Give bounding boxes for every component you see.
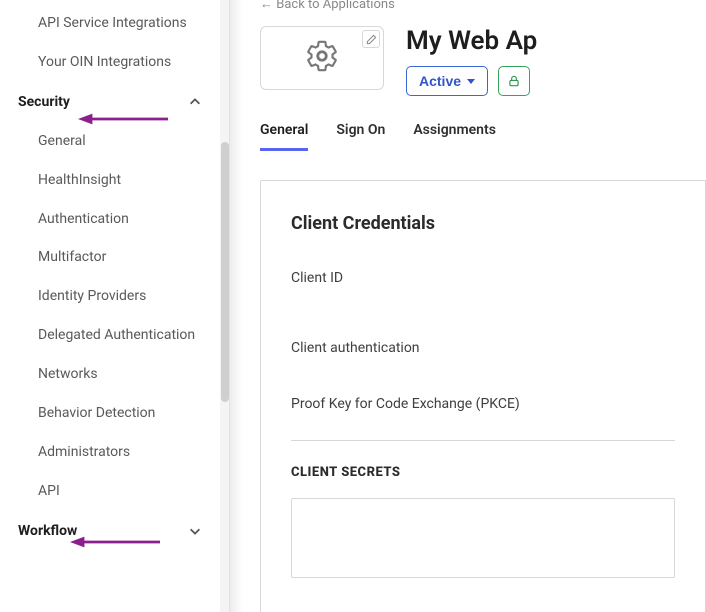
app-header: My Web Ap Active bbox=[260, 26, 706, 96]
gear-icon bbox=[305, 39, 339, 77]
tab-assignments[interactable]: Assignments bbox=[413, 122, 496, 151]
sidebar-item-behavior-detection[interactable]: Behavior Detection bbox=[0, 394, 230, 433]
view-logs-button[interactable] bbox=[498, 66, 530, 96]
lock-icon bbox=[507, 74, 521, 88]
sidebar-section-workflow[interactable]: Workflow bbox=[0, 511, 230, 551]
client-id-label: Client ID bbox=[291, 270, 675, 286]
chevron-up-icon bbox=[188, 95, 202, 109]
sidebar-section-security[interactable]: Security bbox=[0, 82, 230, 122]
active-status-dropdown[interactable]: Active bbox=[406, 66, 488, 96]
caret-down-icon bbox=[467, 79, 475, 84]
sidebar-item-general[interactable]: General bbox=[0, 122, 230, 161]
sidebar-section-label: Workflow bbox=[18, 523, 77, 539]
sidebar-item-api-service-integrations[interactable]: API Service Integrations bbox=[0, 4, 230, 43]
sidebar-item-healthinsight[interactable]: HealthInsight bbox=[0, 161, 230, 200]
section-divider bbox=[291, 440, 675, 441]
sidebar-item-delegated-auth[interactable]: Delegated Authentication bbox=[0, 316, 230, 355]
client-auth-label: Client authentication bbox=[291, 340, 675, 356]
tabs: General Sign On Assignments bbox=[260, 122, 706, 152]
sidebar-item-your-oin-integrations[interactable]: Your OIN Integrations bbox=[0, 43, 230, 82]
tab-sign-on[interactable]: Sign On bbox=[336, 122, 385, 151]
sidebar-item-multifactor[interactable]: Multifactor bbox=[0, 238, 230, 277]
pkce-label: Proof Key for Code Exchange (PKCE) bbox=[291, 396, 675, 412]
sidebar: API Service Integrations Your OIN Integr… bbox=[0, 0, 230, 612]
client-secrets-heading: CLIENT SECRETS bbox=[291, 465, 675, 480]
pencil-icon[interactable] bbox=[362, 30, 380, 48]
app-logo-box bbox=[260, 26, 384, 90]
chevron-down-icon bbox=[188, 524, 202, 538]
sidebar-item-api[interactable]: API bbox=[0, 472, 230, 511]
sidebar-item-administrators[interactable]: Administrators bbox=[0, 433, 230, 472]
page-title: My Web Ap bbox=[406, 26, 537, 56]
sidebar-item-networks[interactable]: Networks bbox=[0, 355, 230, 394]
section-title: Client Credentials bbox=[291, 213, 675, 234]
main-content: ← Back to Applications My Web Ap Activ bbox=[230, 0, 706, 612]
client-credentials-card: Client Credentials Client ID Client auth… bbox=[260, 180, 706, 612]
sidebar-item-authentication[interactable]: Authentication bbox=[0, 200, 230, 239]
tab-general[interactable]: General bbox=[260, 122, 308, 151]
sidebar-scrollbar[interactable] bbox=[220, 0, 230, 612]
client-secret-box bbox=[291, 498, 675, 578]
active-status-label: Active bbox=[419, 73, 461, 89]
sidebar-section-label: Security bbox=[18, 94, 70, 110]
scrollbar-thumb[interactable] bbox=[221, 142, 229, 402]
sidebar-item-identity-providers[interactable]: Identity Providers bbox=[0, 277, 230, 316]
back-to-applications-link[interactable]: ← Back to Applications bbox=[260, 0, 706, 12]
